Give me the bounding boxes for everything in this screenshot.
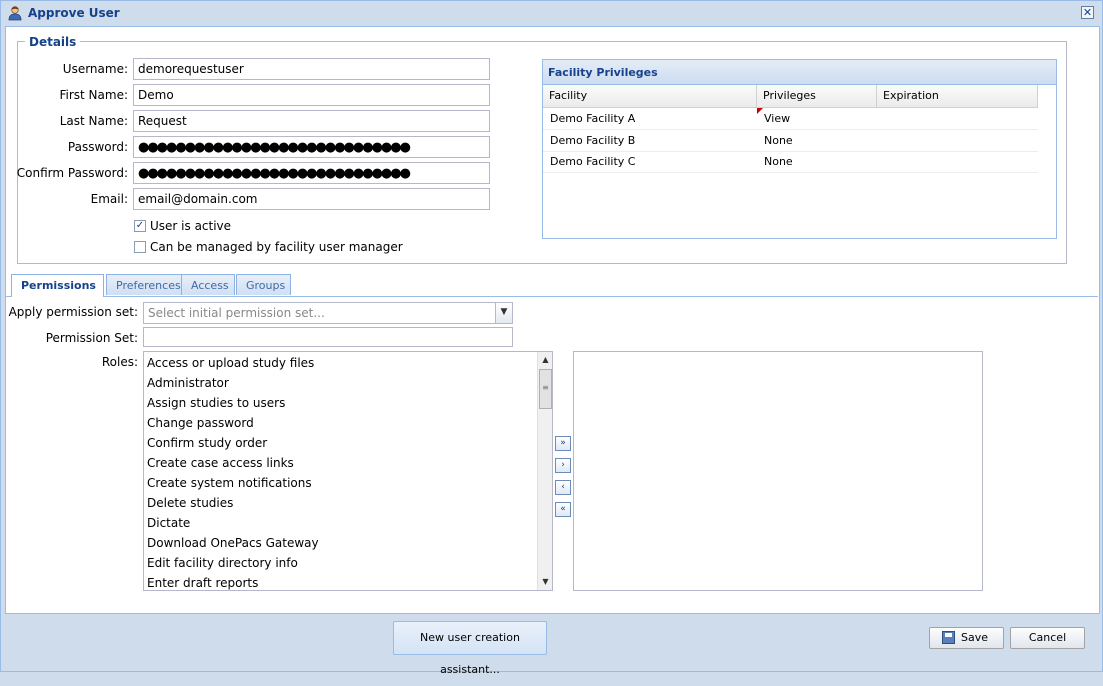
user-active-label: User is active — [150, 219, 232, 233]
list-item[interactable]: Enter draft reports — [147, 573, 258, 590]
list-item[interactable]: Download OnePacs Gateway — [147, 533, 319, 553]
expiration-cell[interactable] — [877, 130, 1038, 151]
list-item[interactable]: Create system notifications — [147, 473, 312, 493]
tab-bar: Permissions Preferences Access Groups — [6, 274, 1098, 297]
list-item[interactable]: Create case access links — [147, 453, 294, 473]
expiration-cell[interactable] — [877, 151, 1038, 172]
facility-cell: Demo Facility C — [550, 155, 636, 168]
list-item[interactable]: Confirm study order — [147, 433, 267, 453]
first-name-label: First Name: — [59, 88, 128, 102]
list-item[interactable]: Edit facility directory info — [147, 553, 298, 573]
table-row[interactable]: Demo Facility A View — [543, 108, 1038, 130]
password-field[interactable]: ●●●●●●●●●●●●●●●●●●●●●●●●●●●●● — [133, 136, 490, 158]
move-right-button[interactable]: › — [555, 458, 571, 473]
confirm-password-field[interactable]: ●●●●●●●●●●●●●●●●●●●●●●●●●●●●● — [133, 162, 490, 184]
confirm-password-label: Confirm Password: — [16, 166, 128, 180]
username-label: Username: — [62, 62, 128, 76]
window-title: Approve User — [28, 6, 120, 20]
tab-access[interactable]: Access — [181, 274, 235, 295]
column-expiration[interactable]: Expiration — [877, 85, 1038, 107]
last-name-label: Last Name: — [59, 114, 128, 128]
permission-set-label: Permission Set: — [45, 331, 138, 345]
list-item[interactable]: Change password — [147, 413, 254, 433]
apply-permission-set-placeholder: Select initial permission set... — [148, 306, 325, 320]
expiration-cell[interactable] — [877, 108, 1038, 129]
list-item[interactable]: Delete studies — [147, 493, 233, 513]
facility-privileges-grid: Facility Privileges Facility Privileges … — [542, 59, 1057, 239]
column-facility[interactable]: Facility — [543, 85, 757, 107]
user-active-checkbox[interactable]: ✓ — [134, 220, 146, 232]
scrollbar-thumb[interactable]: ≡ — [539, 369, 552, 409]
facility-privileges-title: Facility Privileges — [548, 66, 658, 79]
list-item[interactable]: Access or upload study files — [147, 353, 314, 373]
managed-by-manager-checkbox[interactable] — [134, 241, 146, 253]
user-icon — [8, 6, 22, 21]
scroll-up-icon[interactable]: ▲ — [538, 352, 552, 367]
grid-column-header: Facility Privileges Expiration — [543, 85, 1038, 108]
roles-label: Roles: — [101, 355, 138, 369]
save-button[interactable]: Save — [929, 627, 1004, 649]
email-label: Email: — [90, 192, 128, 206]
privileges-cell[interactable]: View — [757, 108, 877, 129]
close-button[interactable]: ✕ — [1081, 6, 1094, 19]
last-name-field[interactable]: Request — [133, 110, 490, 132]
window-titlebar[interactable]: Approve User ✕ — [1, 1, 1102, 25]
selected-roles-list[interactable] — [573, 351, 983, 591]
facility-cell: Demo Facility A — [550, 112, 636, 125]
move-left-button[interactable]: ‹ — [555, 480, 571, 495]
move-all-left-button[interactable]: « — [555, 502, 571, 517]
tab-preferences[interactable]: Preferences — [106, 274, 185, 295]
facility-privileges-header: Facility Privileges — [543, 60, 1056, 85]
username-field[interactable]: demorequestuser — [133, 58, 490, 80]
new-user-assistant-button[interactable]: New user creation assistant... — [393, 621, 547, 676]
facility-cell: Demo Facility B — [550, 134, 636, 147]
apply-permission-set-label: Apply permission set: — [8, 305, 138, 319]
scroll-down-icon[interactable]: ▼ — [538, 574, 552, 589]
privileges-cell[interactable]: None — [757, 151, 877, 172]
tab-groups[interactable]: Groups — [236, 274, 291, 295]
list-item[interactable]: Dictate — [147, 513, 190, 533]
table-row[interactable]: Demo Facility B None — [543, 130, 1038, 152]
password-label: Password: — [67, 140, 128, 154]
permission-set-field[interactable] — [143, 327, 513, 347]
privileges-cell[interactable]: None — [757, 130, 877, 151]
move-all-right-button[interactable]: » — [555, 436, 571, 451]
first-name-field[interactable]: Demo — [133, 84, 490, 106]
roles-scrollbar[interactable]: ▲ ≡ ▼ — [537, 352, 552, 590]
save-button-label: Save — [960, 631, 988, 644]
list-item[interactable]: Administrator — [147, 373, 229, 393]
tab-permissions[interactable]: Permissions — [11, 274, 104, 297]
column-privileges[interactable]: Privileges — [757, 85, 877, 107]
email-field[interactable]: email@domain.com — [133, 188, 490, 210]
list-item[interactable]: Assign studies to users — [147, 393, 285, 413]
managed-by-manager-label: Can be managed by facility user manager — [150, 240, 403, 254]
apply-permission-set-combo[interactable]: Select initial permission set... — [143, 302, 513, 324]
table-row[interactable]: Demo Facility C None — [543, 151, 1038, 173]
available-roles-list[interactable]: Access or upload study files Administrat… — [143, 351, 553, 591]
details-legend: Details — [25, 35, 81, 49]
chevron-down-icon[interactable]: ▼ — [495, 303, 512, 323]
cancel-button[interactable]: Cancel — [1010, 627, 1085, 649]
save-icon — [942, 631, 955, 644]
